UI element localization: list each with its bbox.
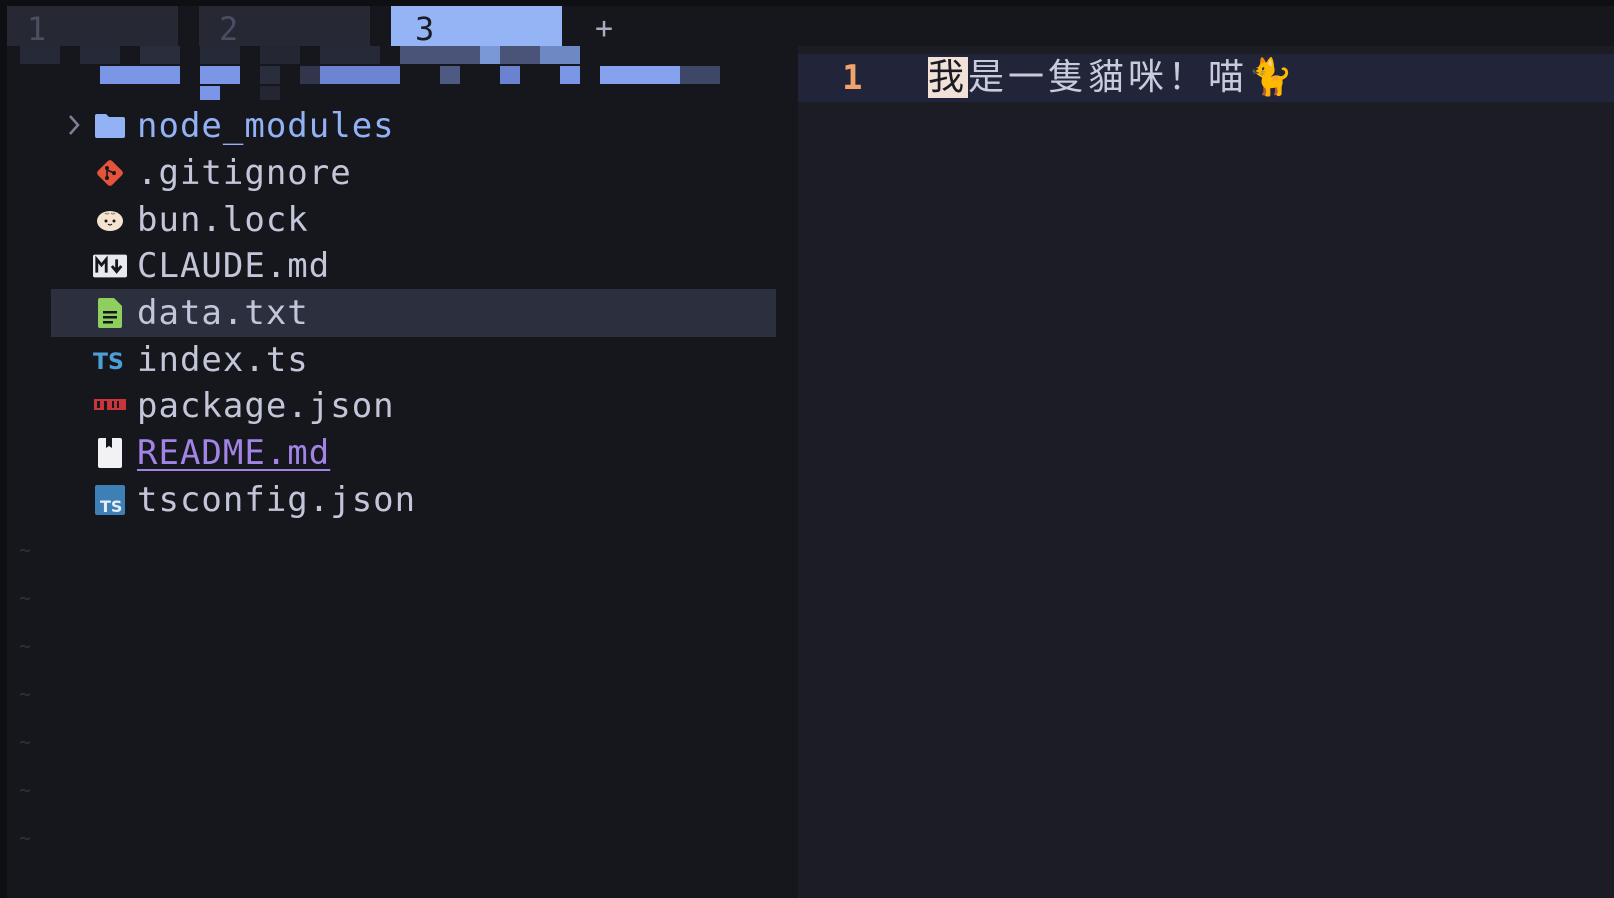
typescript-icon: TS [93, 345, 127, 375]
tab-3[interactable]: 3 [391, 6, 562, 48]
text-cursor: 我 [928, 57, 969, 98]
tab-bar: 1 2 3 [7, 6, 1614, 48]
empty-line-marker: ~ [19, 778, 32, 802]
readme-icon [93, 438, 127, 468]
terminal-window: 1 2 3 + node_modules .gitignore bun.lock… [0, 0, 1614, 898]
tree-item-label: bun.lock [137, 200, 309, 240]
editor-line-1[interactable]: 1 我是一隻貓咪！喵🐈 [798, 54, 1614, 102]
line-number: 1 [842, 58, 863, 98]
markdown-icon [93, 251, 127, 281]
tab-2[interactable]: 2 [199, 6, 370, 48]
tree-item-label: .gitignore [137, 153, 352, 193]
tree-item-claude-md[interactable]: CLAUDE.md [51, 242, 776, 290]
folder-icon [93, 111, 127, 141]
svg-text:TS: TS [100, 497, 122, 516]
empty-line-marker: ~ [19, 730, 32, 754]
tree-item-bun-lock[interactable]: bun.lock [51, 196, 776, 244]
window-left-edge [0, 0, 7, 898]
tree-item-label: package.json [137, 386, 395, 426]
tree-item-tsconfig-json[interactable]: TS tsconfig.json [51, 476, 776, 524]
tree-item-gitignore[interactable]: .gitignore [51, 149, 776, 197]
line-text-rest: 是一隻貓咪！喵🐈 [968, 57, 1297, 98]
tree-item-label: data.txt [137, 293, 309, 333]
empty-line-marker: ~ [19, 634, 32, 658]
tree-item-label: tsconfig.json [137, 480, 417, 520]
tree-item-label: node_modules [137, 106, 395, 146]
tree-item-label: CLAUDE.md [137, 246, 331, 286]
chevron-right-icon[interactable] [59, 110, 89, 140]
new-tab-button[interactable]: + [595, 6, 613, 46]
tree-item-node-modules[interactable]: node_modules [51, 102, 776, 150]
npm-icon [93, 391, 127, 421]
tree-item-package-json[interactable]: package.json [51, 382, 776, 430]
tree-item-label: README.md [137, 433, 331, 473]
svg-text:TS: TS [93, 350, 124, 373]
empty-line-marker: ~ [19, 826, 32, 850]
git-icon [93, 158, 127, 188]
file-explorer: node_modules .gitignore bun.lock CLAUDE.… [7, 46, 798, 898]
empty-line-marker: ~ [19, 586, 32, 610]
tree-item-label: index.ts [137, 340, 309, 380]
tree-item-index-ts[interactable]: TS index.ts [51, 336, 776, 384]
tree-item-data-txt[interactable]: data.txt [51, 289, 776, 337]
tree-item-readme-md[interactable]: README.md [51, 429, 776, 477]
bun-icon [93, 205, 127, 235]
text-file-icon [93, 298, 127, 328]
empty-line-marker: ~ [19, 682, 32, 706]
tab-1[interactable]: 1 [7, 6, 178, 48]
tsconfig-icon: TS [93, 485, 127, 516]
editor-pane[interactable]: 1 我是一隻貓咪！喵🐈 [798, 46, 1614, 898]
empty-line-marker: ~ [19, 538, 32, 562]
line-content[interactable]: 我是一隻貓咪！喵🐈 [928, 54, 1297, 102]
